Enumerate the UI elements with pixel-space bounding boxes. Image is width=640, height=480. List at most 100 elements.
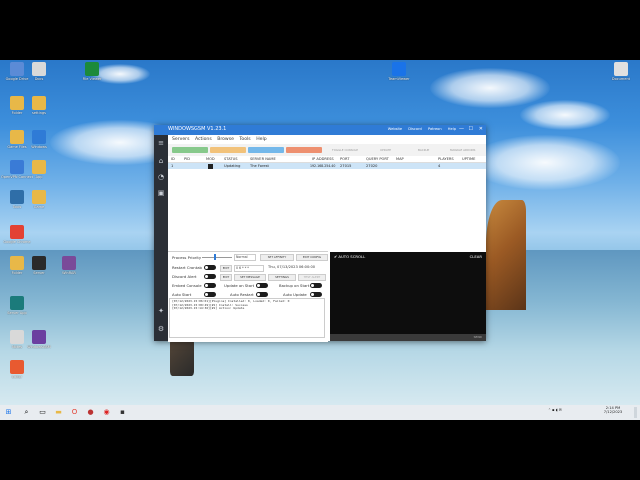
- col-pid[interactable]: PID: [184, 157, 190, 161]
- col-id[interactable]: ID: [171, 157, 175, 161]
- terminal-icon[interactable]: ▪: [118, 408, 127, 417]
- desktop-icon[interactable]: Document: [604, 62, 638, 81]
- desktop-icon-image: [10, 360, 24, 374]
- restart-button[interactable]: [248, 147, 284, 153]
- table-row[interactable]: 1 Updating The Forest 192.168.254.40 270…: [168, 163, 486, 169]
- menu-servers[interactable]: Servers: [172, 137, 189, 142]
- col-query-port[interactable]: QUERY PORT: [366, 157, 389, 161]
- file-explorer-icon[interactable]: ▬: [54, 408, 63, 417]
- discord-link[interactable]: Discord: [408, 127, 422, 131]
- desktop-icon-label: Server: [33, 271, 45, 275]
- desktop-icon[interactable]: settings: [22, 96, 56, 115]
- dashboard-icon[interactable]: ◔: [157, 173, 165, 181]
- backup-button[interactable]: BACKUP: [418, 148, 429, 152]
- col-map[interactable]: MAP: [396, 157, 404, 161]
- kill-button[interactable]: [286, 147, 322, 153]
- clear-button[interactable]: CLEAR: [470, 254, 482, 259]
- auto-restart-toggle[interactable]: [256, 292, 268, 297]
- menu-icon[interactable]: ≡: [157, 139, 165, 147]
- opera-icon[interactable]: O: [70, 408, 79, 417]
- col-server-name[interactable]: SERVER NAME: [250, 157, 276, 161]
- menu-browse[interactable]: Browse: [217, 137, 234, 142]
- embed-console-toggle[interactable]: [204, 283, 216, 288]
- update-on-start-label: Update on Start: [224, 283, 255, 288]
- set-affinity-button[interactable]: SET AFFINITY: [260, 254, 294, 261]
- edit-config-button[interactable]: EDIT CONFIG: [296, 254, 328, 261]
- start-icon[interactable]: ⊞: [4, 408, 13, 417]
- recorder-icon[interactable]: ◉: [102, 408, 111, 417]
- process-priority-label: Process Priority: [172, 255, 202, 260]
- manage-addons-button[interactable]: MANAGE ADDONS: [450, 148, 475, 152]
- settings-button[interactable]: SETTINGS: [268, 274, 296, 281]
- server-settings-panel: Process Priority Normal SET AFFINITY EDI…: [168, 251, 328, 342]
- tray-icons[interactable]: ⌃ ▪ ◖ ✉: [548, 408, 562, 412]
- toggle-console-button[interactable]: TOGGLE CONSOLE: [332, 148, 358, 152]
- update-on-start-toggle[interactable]: [256, 283, 268, 288]
- menu-bar: Servers Actions Browse Tools Help: [168, 135, 486, 144]
- desktop-icon[interactable]: File Viewer: [75, 62, 109, 81]
- desktop-icon[interactable]: WindowsGSM: [22, 330, 56, 349]
- desktop-icon[interactable]: Docs: [22, 62, 56, 81]
- desktop-icon[interactable]: Server App: [0, 296, 34, 315]
- restart-crontab-toggle[interactable]: [204, 265, 216, 270]
- log-output[interactable]: [07/12/2023-15:06:01][Plugins] Installed…: [169, 298, 325, 338]
- test-alert-button[interactable]: TEST ALERT: [298, 274, 326, 281]
- set-message-button[interactable]: SET MESSAGE: [234, 274, 266, 281]
- clock[interactable]: 2:14 PM 7/12/2023: [600, 406, 626, 414]
- cloud: [430, 68, 550, 108]
- col-uptime[interactable]: UPTIME: [462, 157, 475, 161]
- desktop-icon[interactable]: WinRAR: [52, 256, 86, 275]
- edit-crontab-button[interactable]: EDIT: [220, 265, 232, 272]
- auto-update-toggle[interactable]: [310, 292, 322, 297]
- desktop-icon[interactable]: Editor: [0, 360, 34, 379]
- backup-on-start-toggle[interactable]: [310, 283, 322, 288]
- desktop-icon[interactable]: TeamViewer: [382, 62, 416, 81]
- discord-icon[interactable]: ▣: [157, 189, 165, 197]
- send-button[interactable]: SEND: [474, 335, 482, 339]
- priority-slider[interactable]: [202, 257, 232, 258]
- desktop-icon[interactable]: Windows: [22, 130, 56, 149]
- col-mod[interactable]: MOD: [206, 157, 215, 161]
- auto-scroll-toggle[interactable]: ✔ AUTO SCROLL: [334, 254, 365, 259]
- desktop-icon[interactable]: App: [22, 160, 56, 179]
- discord-alert-toggle[interactable]: [204, 274, 216, 279]
- console-input[interactable]: SEND: [330, 334, 486, 341]
- patreon-link[interactable]: Patreon: [428, 127, 442, 131]
- website-link[interactable]: Website: [388, 127, 402, 131]
- help-link[interactable]: Help: [448, 127, 456, 131]
- desktop-icon[interactable]: Google Chrome: [0, 225, 34, 244]
- menu-help[interactable]: Help: [256, 137, 266, 142]
- search-icon[interactable]: ⌕: [22, 408, 31, 417]
- maximize-button[interactable]: ☐: [469, 126, 473, 132]
- desktop-icon[interactable]: Game: [22, 190, 56, 209]
- menu-actions[interactable]: Actions: [195, 137, 212, 142]
- priority-slider-thumb[interactable]: [214, 254, 216, 260]
- col-players[interactable]: PLAYERS: [438, 157, 454, 161]
- title-links: Website Discord Patreon Help: [383, 127, 456, 131]
- menu-tools[interactable]: Tools: [239, 137, 250, 142]
- cell-ip: 192.168.254.40: [310, 164, 336, 168]
- app-icon[interactable]: ●: [86, 408, 95, 417]
- col-status[interactable]: STATUS: [224, 157, 237, 161]
- auto-start-toggle[interactable]: [204, 292, 216, 297]
- task-view-icon[interactable]: ▭: [38, 408, 47, 417]
- home-icon[interactable]: ⌂: [157, 157, 165, 165]
- plugin-icon[interactable]: ✦: [157, 307, 165, 315]
- title-bar[interactable]: WINDOWSGSM V1.23.1 Website Discord Patre…: [154, 125, 486, 135]
- minimize-button[interactable]: —: [459, 126, 464, 132]
- desktop-icon-label: Windows: [31, 145, 47, 149]
- desktop-icon-label: Docs: [34, 77, 44, 81]
- edit-discord-button[interactable]: EDIT: [220, 274, 232, 281]
- desktop-icon[interactable]: Server: [22, 256, 56, 275]
- start-button[interactable]: [172, 147, 208, 153]
- restart-crontab-label: Restart Crontab: [172, 265, 202, 270]
- rock-formation: [486, 200, 526, 310]
- stop-button[interactable]: [210, 147, 246, 153]
- close-button[interactable]: ✕: [479, 126, 483, 132]
- col-port[interactable]: PORT: [340, 157, 349, 161]
- col-ip-address[interactable]: IP ADDRESS: [312, 157, 334, 161]
- desktop-icon-label: settings: [32, 111, 46, 115]
- settings-icon[interactable]: ⚙: [157, 325, 165, 333]
- show-desktop-button[interactable]: [634, 407, 637, 418]
- update-button[interactable]: UPDATE: [380, 148, 391, 152]
